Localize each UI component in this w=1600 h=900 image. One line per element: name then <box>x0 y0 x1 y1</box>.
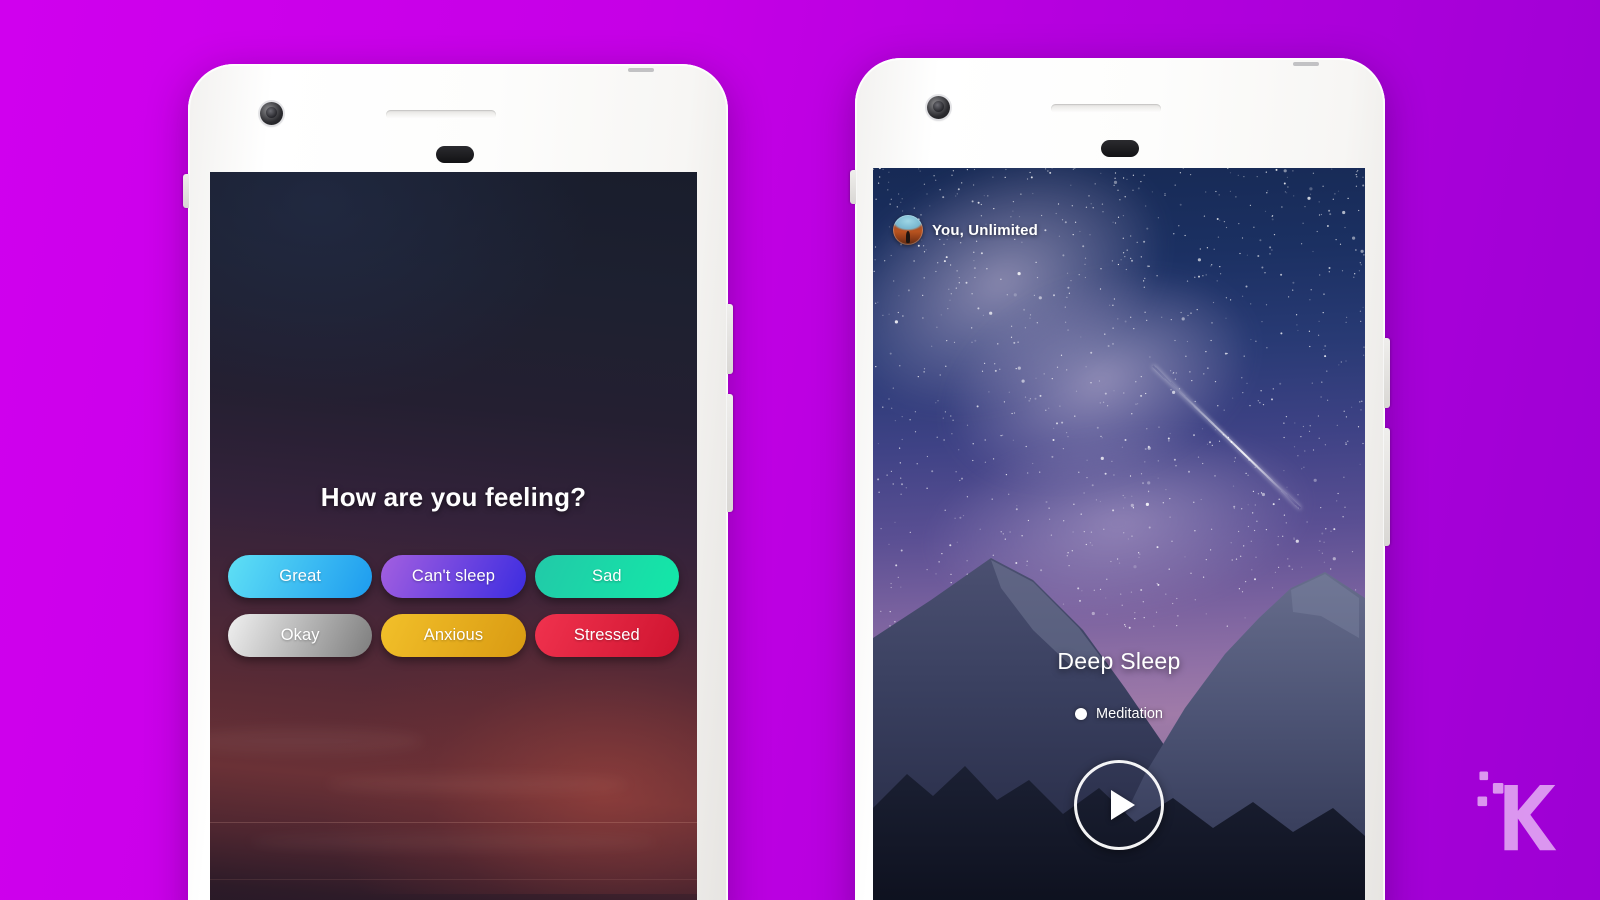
front-camera-icon-left <box>260 102 283 125</box>
horizon-line <box>210 878 697 880</box>
antenna-line-right <box>1293 62 1319 66</box>
screen-right: You, Unlimited Deep Sleep Meditation <box>873 168 1365 900</box>
avatar[interactable] <box>893 215 923 245</box>
front-camera-icon-right <box>927 96 950 119</box>
profile-row[interactable]: You, Unlimited <box>893 215 1038 245</box>
mood-great[interactable]: Great <box>228 555 373 598</box>
page-title: How are you feeling? <box>320 482 587 512</box>
mood-stressed[interactable]: Stressed <box>534 614 679 657</box>
volume-button-right-phone[interactable] <box>1384 338 1390 408</box>
profile-name: You, Unlimited <box>932 221 1038 239</box>
power-button-left-phone[interactable] <box>727 394 733 512</box>
mood-button-grid: Great Can't sleep Sad Okay Anxious Stressed <box>228 555 679 657</box>
cloud-wisp <box>326 773 629 794</box>
horizon-line <box>210 822 697 824</box>
cloud-wisp <box>248 833 659 850</box>
phone-device-left: How are you feeling? Great Can't sleep Sad… <box>183 64 733 900</box>
volume-button-left-phone[interactable] <box>727 304 733 374</box>
mood-cant-sleep[interactable]: Can't sleep <box>381 555 526 598</box>
mood-sad[interactable]: Sad <box>534 555 679 598</box>
track-title: Deep Sleep <box>1057 648 1181 674</box>
track-category-row: Meditation <box>873 706 1365 722</box>
sensor-pill-right <box>1101 140 1139 157</box>
play-button[interactable] <box>1074 760 1164 850</box>
track-category: Meditation <box>1096 706 1163 722</box>
screen-left: How are you feeling? Great Can't sleep Sad… <box>210 172 697 900</box>
screenshot-canvas: How are you feeling? Great Can't sleep Sad… <box>0 0 1600 900</box>
earpiece-speaker-left <box>386 110 496 119</box>
phone-device-right: You, Unlimited Deep Sleep Meditation <box>850 58 1390 900</box>
sim-tray-right-phone <box>850 170 856 204</box>
play-icon <box>1110 790 1135 820</box>
k-logo-watermark <box>1477 771 1557 851</box>
power-button-right-phone[interactable] <box>1384 428 1390 546</box>
antenna-line-left <box>628 68 654 72</box>
sim-tray-left-phone <box>183 174 189 208</box>
mood-okay[interactable]: Okay <box>228 614 373 657</box>
category-dot-icon <box>1075 708 1088 720</box>
earpiece-speaker-right <box>1051 104 1161 113</box>
sensor-pill-left <box>436 146 474 163</box>
mood-anxious[interactable]: Anxious <box>381 614 526 657</box>
